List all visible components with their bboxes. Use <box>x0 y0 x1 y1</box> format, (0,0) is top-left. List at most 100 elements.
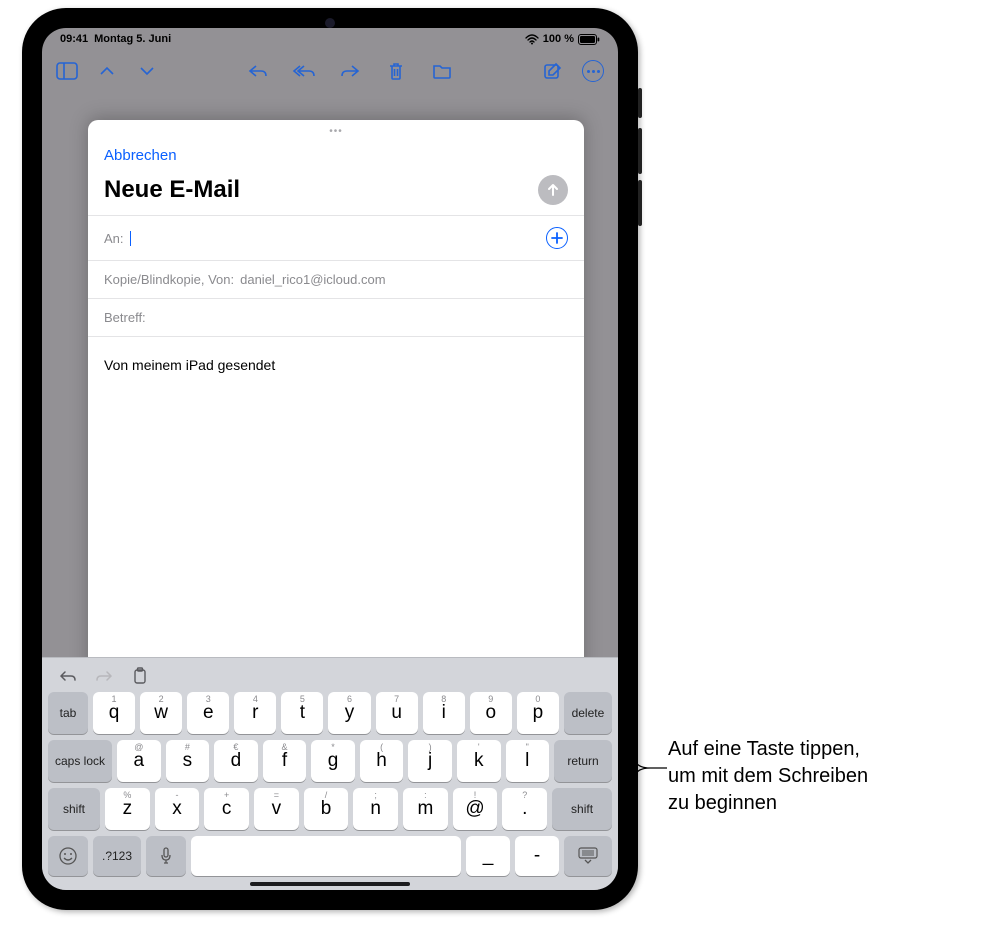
next-message-icon[interactable] <box>134 58 160 84</box>
key-return[interactable]: return <box>554 740 612 782</box>
callout-line-3: zu beginnen <box>668 790 978 817</box>
key-mainlabel: q <box>109 702 120 724</box>
key-sublabel: : <box>424 790 427 800</box>
undo-icon[interactable] <box>58 666 78 686</box>
to-input[interactable] <box>130 230 540 246</box>
keyboard-row-1: tab 1q2w3e4r5t6y7u8i9o0pdelete <box>48 692 612 734</box>
key-emoji[interactable] <box>48 836 88 876</box>
key-h[interactable]: (h <box>360 740 404 782</box>
key-j[interactable]: )j <box>408 740 452 782</box>
sidebar-toggle-icon[interactable] <box>54 58 80 84</box>
key-sublabel: ) <box>429 742 432 752</box>
screen: 09:41 Montag 5. Juni 100 % <box>42 28 618 890</box>
key-mainlabel: f <box>282 750 287 772</box>
more-icon[interactable] <box>580 58 606 84</box>
key-mainlabel: z <box>123 798 133 820</box>
redo-icon[interactable] <box>94 666 114 686</box>
key-shift-left[interactable]: shift <box>48 788 100 830</box>
key-u[interactable]: 7u <box>376 692 418 734</box>
key-b[interactable]: /b <box>304 788 349 830</box>
send-button[interactable] <box>538 175 568 205</box>
power-button[interactable] <box>638 88 642 118</box>
key-sublabel: 2 <box>159 694 164 704</box>
key-numbers[interactable]: .?123 <box>93 836 141 876</box>
key-sublabel: € <box>233 742 238 752</box>
key-m[interactable]: :m <box>403 788 448 830</box>
key-tab[interactable]: tab <box>48 692 88 734</box>
key-a[interactable]: @a <box>117 740 161 782</box>
key-mainlabel: a <box>133 750 144 772</box>
key-d[interactable]: €d <box>214 740 258 782</box>
key-v[interactable]: =v <box>254 788 299 830</box>
key-f[interactable]: &f <box>263 740 307 782</box>
volume-up-button[interactable] <box>638 128 642 174</box>
key-delete[interactable]: delete <box>564 692 612 734</box>
key-c[interactable]: +c <box>204 788 249 830</box>
key-s[interactable]: #s <box>166 740 210 782</box>
key-dash[interactable]: - <box>515 836 559 876</box>
key-dismiss-keyboard[interactable] <box>564 836 612 876</box>
key-o[interactable]: 9o <box>470 692 512 734</box>
key-t[interactable]: 5t <box>281 692 323 734</box>
subject-field-row[interactable]: Betreff: <box>88 298 584 336</box>
compose-title: Neue E-Mail <box>104 176 538 204</box>
key-z[interactable]: %z <box>105 788 150 830</box>
cc-field-row[interactable]: Kopie/Blindkopie, Von: daniel_rico1@iclo… <box>88 260 584 298</box>
forward-icon[interactable] <box>337 58 363 84</box>
key-k[interactable]: 'k <box>457 740 501 782</box>
clipboard-icon[interactable] <box>130 666 150 686</box>
key-x[interactable]: -x <box>155 788 200 830</box>
key-dictation[interactable] <box>146 836 186 876</box>
key-y[interactable]: 6y <box>328 692 370 734</box>
to-field-row[interactable]: An: <box>88 215 584 260</box>
key-sublabel: 5 <box>300 694 305 704</box>
key-mainlabel: y <box>345 702 355 724</box>
cancel-button[interactable]: Abbrechen <box>104 147 177 164</box>
key-sublabel: ; <box>374 790 377 800</box>
key-.[interactable]: ?. <box>502 788 547 830</box>
key-q[interactable]: 1q <box>93 692 135 734</box>
subject-label: Betreff: <box>104 310 146 325</box>
key-r[interactable]: 4r <box>234 692 276 734</box>
key-w[interactable]: 2w <box>140 692 182 734</box>
reply-all-icon[interactable] <box>291 58 317 84</box>
key-spacebar[interactable] <box>191 836 461 876</box>
key-underscore[interactable]: _ <box>466 836 510 876</box>
key-g[interactable]: *g <box>311 740 355 782</box>
trash-icon[interactable] <box>383 58 409 84</box>
key-mainlabel: e <box>203 702 214 724</box>
key-mainlabel: l <box>525 750 529 772</box>
key-mainlabel: i <box>442 702 446 724</box>
status-date: Montag 5. Juni <box>94 33 171 45</box>
key-l[interactable]: "l <box>506 740 550 782</box>
key-i[interactable]: 8i <box>423 692 465 734</box>
reply-icon[interactable] <box>245 58 271 84</box>
volume-down-button[interactable] <box>638 180 642 226</box>
key-sublabel: ' <box>478 742 480 752</box>
compose-icon[interactable] <box>540 58 566 84</box>
key-sublabel: 6 <box>347 694 352 704</box>
prev-message-icon[interactable] <box>94 58 120 84</box>
subject-input[interactable] <box>152 311 568 325</box>
key-mainlabel: s <box>183 750 193 772</box>
key-sublabel: @ <box>134 742 143 752</box>
key-e[interactable]: 3e <box>187 692 229 734</box>
callout-line-1: Auf eine Taste tippen, <box>668 736 978 763</box>
key-mainlabel: m <box>417 798 433 820</box>
key-p[interactable]: 0p <box>517 692 559 734</box>
key-mainlabel: j <box>428 750 432 772</box>
key-mainlabel: t <box>300 702 305 724</box>
key-@[interactable]: !@ <box>453 788 498 830</box>
keyboard-row-2: caps lock @a#s€d&f*g(h)j'k"lreturn <box>48 740 612 782</box>
home-indicator[interactable] <box>250 882 410 886</box>
key-shift-right[interactable]: shift <box>552 788 612 830</box>
callout-text: Auf eine Taste tippen, um mit dem Schrei… <box>668 736 978 817</box>
move-folder-icon[interactable] <box>429 58 455 84</box>
key-mainlabel: b <box>321 798 332 820</box>
add-contact-button[interactable] <box>546 227 568 249</box>
mail-toolbar <box>42 50 618 92</box>
key-sublabel: ! <box>474 790 477 800</box>
key-n[interactable]: ;n <box>353 788 398 830</box>
key-capslock[interactable]: caps lock <box>48 740 112 782</box>
sheet-grabber[interactable]: ••• <box>329 126 343 137</box>
